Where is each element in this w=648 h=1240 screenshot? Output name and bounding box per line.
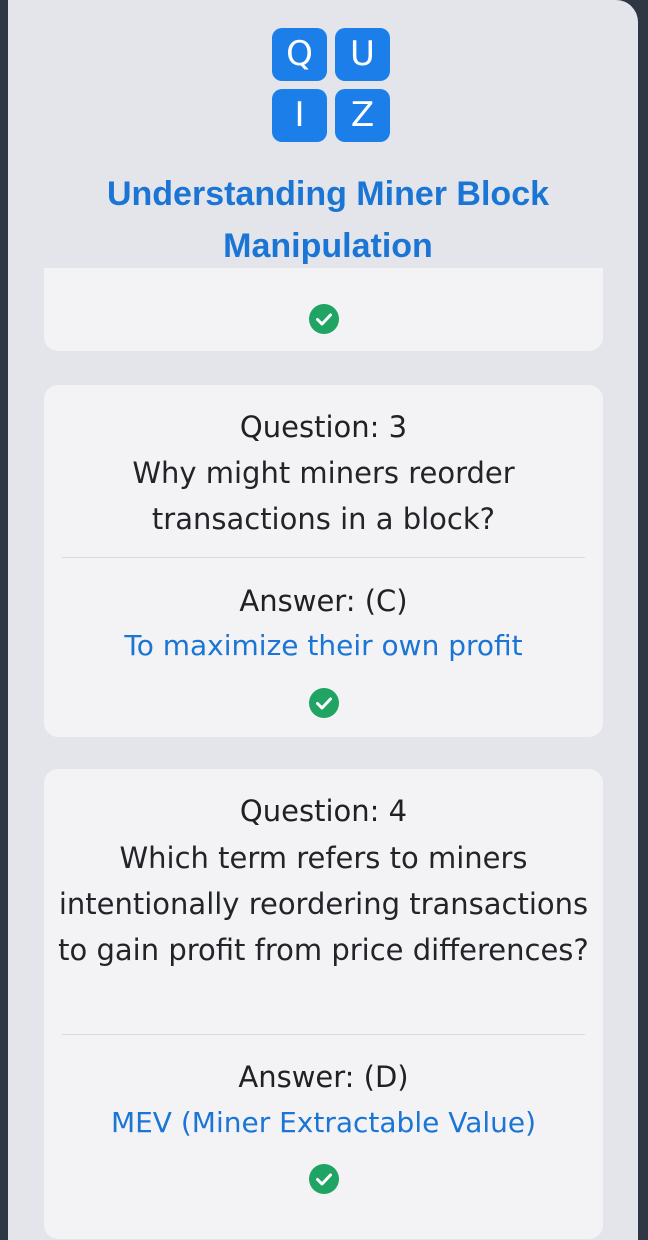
question-card-4: Question: 4 Which term refers to miners … [44,769,603,1239]
question-card-3: Question: 3 Why might miners reorder tra… [44,385,603,737]
answer-heading: Answer: (C) [239,584,408,618]
logo-tile-i: I [272,89,327,142]
question-text: Why might miners reorder transactions in… [132,456,515,536]
logo-tile-q: Q [272,28,327,81]
check-circle-icon [309,304,339,334]
answer-card [44,268,603,351]
question-text: Which term refers to miners intentionall… [58,841,589,967]
question-heading: Question: 4 [239,794,408,828]
quiz-panel: Q U I Z Understanding Miner Block Manipu… [8,0,638,1240]
quiz-title: Understanding Miner Block Manipulation [106,175,550,265]
check-circle-icon [309,688,339,718]
logo-tile-z: Z [335,89,390,142]
answer-text: To maximize their own profit [124,629,523,662]
answer-text: MEV (Miner Extractable Value) [110,1106,537,1139]
question-heading: Question: 3 [239,410,408,444]
divider [62,557,585,558]
quiz-logo: Q U I Z [272,28,392,144]
divider [62,1034,585,1035]
logo-tile-u: U [335,28,390,81]
check-circle-icon [309,1164,339,1194]
answer-heading: Answer: (D) [238,1060,409,1094]
